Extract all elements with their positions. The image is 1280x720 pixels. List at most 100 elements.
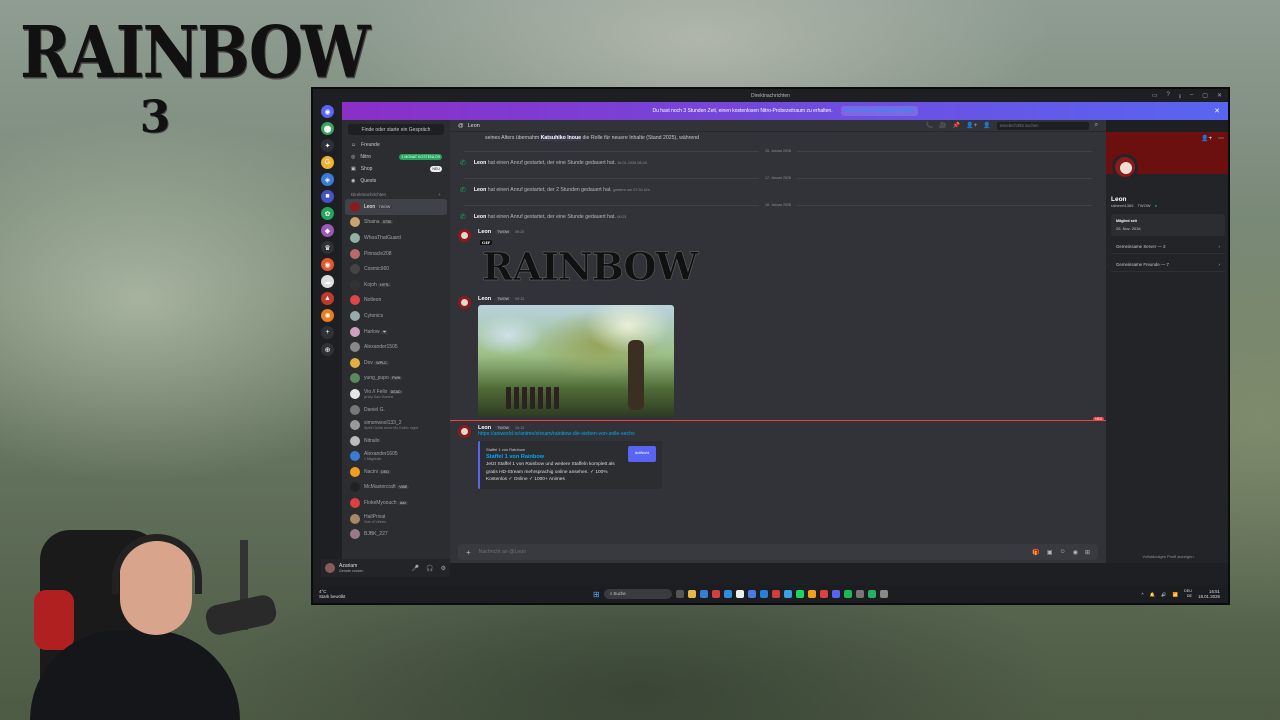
taskbar-app-icon[interactable] <box>867 590 876 598</box>
message-link[interactable]: https://aniworld.to/anime/stream/rainbow… <box>478 431 662 437</box>
dm-item[interactable]: Kojoh HYTL <box>342 277 450 293</box>
clock[interactable]: 16:51 18.01.2026 <box>1198 589 1220 599</box>
dm-item[interactable]: yung_pupo FWH <box>342 371 450 387</box>
call-author[interactable]: Leon <box>474 160 486 166</box>
dm-item[interactable]: Cosmic960 <box>342 261 450 277</box>
notification-icon[interactable]: 🔔 <box>1150 592 1155 597</box>
add-friend-icon[interactable]: 👤+ <box>966 122 977 129</box>
nav-item-shop[interactable]: ▣ Shop NEU <box>342 163 450 175</box>
video-icon[interactable]: 🎥 <box>939 122 946 129</box>
avatar[interactable] <box>458 229 471 242</box>
view-full-profile-link[interactable]: Vollständiges Profil anzeigen <box>1106 554 1228 559</box>
add-friend-icon[interactable]: 👤+ <box>1201 135 1212 142</box>
taskbar-app-icon[interactable] <box>687 590 696 598</box>
server-icon[interactable]: ⊕ <box>321 343 334 356</box>
headphones-icon[interactable]: 🎧 <box>426 565 433 572</box>
rainbow-gif[interactable]: GIF RAINBOW <box>478 238 698 290</box>
help-icon[interactable]: ? <box>1167 92 1170 102</box>
nitro-claim-link[interactable]: Hol dir dein kostenloses Nitro! <box>840 106 918 116</box>
pin-icon[interactable]: 📌 <box>953 122 960 129</box>
add-dm-icon[interactable]: + <box>438 192 441 197</box>
taskbar-app-icon[interactable] <box>783 590 792 598</box>
dm-item[interactable]: Daniel G. <box>342 402 450 418</box>
taskbar-app-icon[interactable] <box>819 590 828 598</box>
dm-item[interactable]: McMastercraft VIBE <box>342 480 450 496</box>
gift-icon[interactable]: 🎁 <box>1032 549 1039 556</box>
profile-avatar[interactable] <box>1112 154 1138 180</box>
author-name[interactable]: Leon <box>478 296 491 302</box>
dm-item[interactable]: Alexander1505 <box>342 339 450 355</box>
taskbar-app-icon[interactable] <box>843 590 852 598</box>
taskbar-app-icon[interactable] <box>831 590 840 598</box>
network-icon[interactable]: 📶 <box>1173 592 1178 597</box>
search-icon[interactable]: ⌕ <box>1095 122 1098 129</box>
dm-item[interactable]: Vio // Felix DEAD ja luty Garn flueche <box>342 386 450 402</box>
dm-item[interactable]: Pinnacle208 <box>342 246 450 262</box>
dm-item[interactable]: BJBK_227 <box>342 526 450 542</box>
minimize-button[interactable]: – <box>1190 92 1193 102</box>
taskbar-app-icon[interactable] <box>807 590 816 598</box>
dm-item[interactable]: Shaina 0730 <box>342 215 450 231</box>
taskbar-app-icon[interactable] <box>879 590 888 598</box>
taskbar-app-icon[interactable] <box>771 590 780 598</box>
tray-overflow-icon[interactable]: ^ <box>1142 592 1144 597</box>
server-icon[interactable]: ■ <box>321 190 334 203</box>
server-icon[interactable]: ☁ <box>321 275 334 288</box>
dm-item[interactable]: HailPrivat Vote of Virtnes <box>342 511 450 527</box>
user-panel[interactable]: Azariam Gerade zocken 🎤 🎧 ⚙ <box>321 559 450 577</box>
gif-picker-icon[interactable]: ▣ <box>1047 549 1053 556</box>
taskbar-app-icon[interactable] <box>855 590 864 598</box>
server-icon[interactable]: + <box>321 326 334 339</box>
dm-item[interactable]: Dov WPLC <box>342 355 450 371</box>
apps-icon[interactable]: ⊞ <box>1085 549 1090 556</box>
call-author[interactable]: Leon <box>474 214 486 220</box>
dm-item[interactable]: Nacini DED <box>342 464 450 480</box>
mutual-servers-row[interactable]: Gemeinsame Server — 2 › <box>1111 240 1225 254</box>
close-button[interactable]: ✕ <box>1217 92 1222 102</box>
dm-item[interactable]: Notleon <box>342 293 450 309</box>
taskbar-app-icon[interactable] <box>735 590 744 598</box>
dm-item[interactable]: Cytonics <box>342 308 450 324</box>
taskbar-app-icon[interactable] <box>759 590 768 598</box>
nav-item-quests[interactable]: ◉ Quests <box>342 175 450 187</box>
user-avatar[interactable] <box>325 563 335 573</box>
taskbar-app-icon[interactable] <box>795 590 804 598</box>
more-options-icon[interactable]: ⋯ <box>1218 135 1224 142</box>
nav-item-freunde[interactable]: ☺ Freunde <box>342 139 450 151</box>
dm-item[interactable]: Nitrailo <box>342 433 450 449</box>
weather-widget[interactable]: 4°C Stark bewölkt <box>319 589 345 599</box>
attach-plus-icon[interactable]: + <box>466 548 471 557</box>
server-icon[interactable]: ◉ <box>321 105 334 118</box>
dm-item[interactable]: FlokeMyoouch Adz <box>342 495 450 511</box>
sticker-icon[interactable]: ☺ <box>1060 549 1066 556</box>
maximize-button[interactable]: ▢ <box>1202 92 1208 102</box>
server-icon[interactable]: ✺ <box>321 309 334 322</box>
language-indicator[interactable]: DEU DE <box>1184 589 1192 599</box>
server-icon[interactable]: ◆ <box>321 224 334 237</box>
dm-item[interactable]: WhoaThatGuard <box>342 230 450 246</box>
taskbar-app-icon[interactable] <box>699 590 708 598</box>
microphone-icon[interactable]: 🎤 <box>412 565 419 572</box>
server-icon[interactable]: ▲ <box>321 292 334 305</box>
avatar[interactable] <box>458 425 471 438</box>
taskbar-app-icon[interactable] <box>747 590 756 598</box>
nav-item-nitro[interactable]: ◎ Nitro 1 MONAT KOSTENLOS <box>342 151 450 163</box>
dm-item[interactable]: Alexander1605 1 Mitglieder <box>342 449 450 465</box>
dm-item[interactable]: Harlow ❤ <box>342 324 450 340</box>
server-icon[interactable]: ⬤ <box>321 122 334 135</box>
server-icon[interactable]: ✦ <box>321 139 334 152</box>
dm-item[interactable]: Leon TWOW <box>345 199 447 215</box>
search-input[interactable]: teinebrch365 suchen <box>996 121 1089 130</box>
volume-icon[interactable]: 🔊 <box>1161 592 1166 597</box>
emoji-icon[interactable]: ◉ <box>1073 549 1078 556</box>
server-icon[interactable]: ◈ <box>321 173 334 186</box>
taskbar-search[interactable]: ⌕ Suche <box>603 589 672 599</box>
mutual-friends-row[interactable]: Gemeinsame Freunde — 7 › <box>1111 258 1225 272</box>
close-icon[interactable]: ✕ <box>1214 107 1220 115</box>
call-author[interactable]: Leon <box>474 187 486 193</box>
dm-item[interactable]: simonwool133_2 Spielt Gothic Anniv Mo Got… <box>342 417 450 433</box>
anime-image-attachment[interactable] <box>478 305 674 417</box>
server-icon[interactable]: ✿ <box>321 207 334 220</box>
message-input[interactable]: Nachricht an @Leon <box>479 549 526 555</box>
server-icon[interactable]: G <box>321 156 334 169</box>
